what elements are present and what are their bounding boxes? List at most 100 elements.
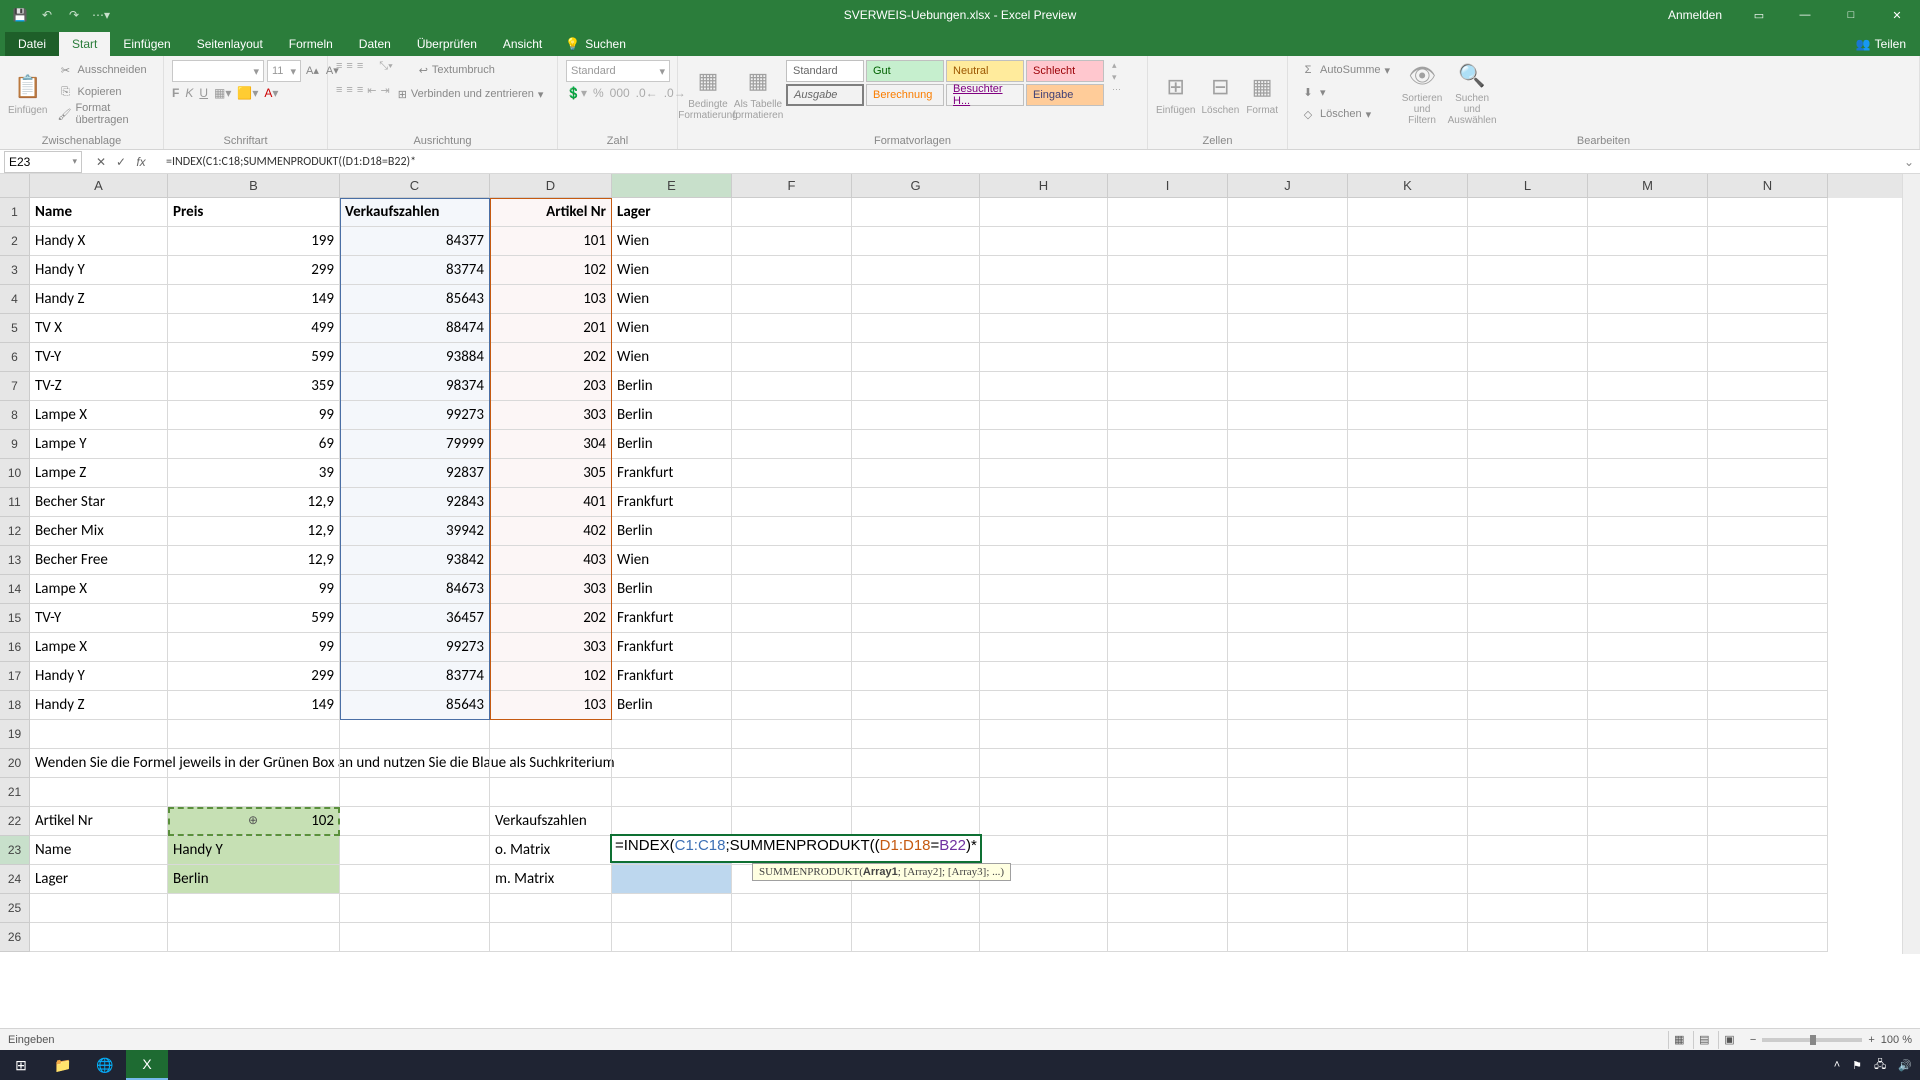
style-standard[interactable]: Standard: [786, 60, 864, 82]
cell[interactable]: Berlin: [612, 401, 732, 430]
cell[interactable]: 303: [490, 633, 612, 662]
cell[interactable]: [1108, 343, 1228, 372]
tab-view[interactable]: Ansicht: [490, 32, 555, 56]
cell[interactable]: [1588, 517, 1708, 546]
cell[interactable]: [612, 923, 732, 952]
cell[interactable]: [1108, 198, 1228, 227]
cell[interactable]: [732, 256, 852, 285]
cell[interactable]: 599: [168, 604, 340, 633]
cell[interactable]: [1228, 749, 1348, 778]
cell[interactable]: [732, 285, 852, 314]
cell[interactable]: [1108, 430, 1228, 459]
cell[interactable]: [1108, 372, 1228, 401]
cell[interactable]: [1228, 517, 1348, 546]
edge-icon[interactable]: 🌐: [84, 1050, 126, 1080]
cell[interactable]: [1708, 807, 1828, 836]
minimize-button[interactable]: —: [1782, 0, 1828, 30]
cell[interactable]: [852, 198, 980, 227]
tab-file[interactable]: Datei: [5, 32, 59, 56]
cell[interactable]: [852, 459, 980, 488]
cell[interactable]: [1708, 662, 1828, 691]
cell[interactable]: [1708, 633, 1828, 662]
cell[interactable]: 79999: [340, 430, 490, 459]
row-header-26[interactable]: 26: [0, 923, 30, 952]
style-besuchter[interactable]: Besuchter H...: [946, 84, 1024, 106]
tray-flag-icon[interactable]: ⚑: [1852, 1059, 1862, 1072]
cell[interactable]: [852, 604, 980, 633]
cell[interactable]: 203: [490, 372, 612, 401]
tray-network-icon[interactable]: 🖧: [1874, 1056, 1886, 1075]
cell[interactable]: [852, 662, 980, 691]
tab-data[interactable]: Daten: [346, 32, 404, 56]
signin-button[interactable]: Anmelden: [1654, 8, 1736, 22]
col-header-M[interactable]: M: [1588, 174, 1708, 198]
bold-button[interactable]: F: [172, 86, 179, 100]
cell[interactable]: 99: [168, 633, 340, 662]
cell[interactable]: 39: [168, 459, 340, 488]
cell[interactable]: [1348, 575, 1468, 604]
cell[interactable]: [852, 720, 980, 749]
cell[interactable]: [1468, 488, 1588, 517]
cell[interactable]: [1588, 778, 1708, 807]
cell[interactable]: 84673: [340, 575, 490, 604]
cell[interactable]: [1468, 894, 1588, 923]
row-header-5[interactable]: 5: [0, 314, 30, 343]
cell[interactable]: [1468, 343, 1588, 372]
cell[interactable]: [1588, 430, 1708, 459]
cell[interactable]: [1108, 894, 1228, 923]
cell[interactable]: 99273: [340, 401, 490, 430]
cell[interactable]: [980, 488, 1108, 517]
cell[interactable]: [1588, 662, 1708, 691]
cell[interactable]: 103: [490, 691, 612, 720]
cell[interactable]: [1108, 459, 1228, 488]
tray-up-icon[interactable]: ˄: [1834, 1059, 1840, 1071]
cell[interactable]: [852, 488, 980, 517]
cell[interactable]: [1468, 227, 1588, 256]
cell[interactable]: 12,9: [168, 488, 340, 517]
cell[interactable]: [852, 894, 980, 923]
cell[interactable]: [732, 227, 852, 256]
cell[interactable]: [1588, 314, 1708, 343]
select-all-corner[interactable]: [0, 174, 30, 198]
share-button[interactable]: 👥 Teilen: [1842, 32, 1920, 56]
row-header-11[interactable]: 11: [0, 488, 30, 517]
cell[interactable]: 69: [168, 430, 340, 459]
cell[interactable]: [980, 807, 1108, 836]
cell[interactable]: [852, 227, 980, 256]
row-header-3[interactable]: 3: [0, 256, 30, 285]
cell[interactable]: [1348, 546, 1468, 575]
cell[interactable]: Frankfurt: [612, 662, 732, 691]
cell[interactable]: 12,9: [168, 546, 340, 575]
cell[interactable]: [490, 923, 612, 952]
tab-start[interactable]: Start: [59, 32, 110, 56]
cell[interactable]: [340, 923, 490, 952]
cell[interactable]: Handy Z: [30, 691, 168, 720]
merge-button[interactable]: ⊞Verbinden und zentrieren▾: [394, 84, 548, 104]
cell[interactable]: Handy Y: [168, 836, 340, 865]
cell[interactable]: [612, 778, 732, 807]
cell[interactable]: Handy Y: [30, 256, 168, 285]
cell[interactable]: [1588, 488, 1708, 517]
indent-inc-icon[interactable]: ⇥: [380, 84, 389, 104]
cell[interactable]: 202: [490, 343, 612, 372]
style-ausgabe[interactable]: Ausgabe: [786, 84, 864, 106]
cell[interactable]: [1108, 633, 1228, 662]
cell[interactable]: Lampe X: [30, 401, 168, 430]
page-break-view-icon[interactable]: ▣: [1718, 1031, 1740, 1049]
cell[interactable]: [852, 691, 980, 720]
cell[interactable]: [732, 314, 852, 343]
row-header-13[interactable]: 13: [0, 546, 30, 575]
expand-formula-bar-icon[interactable]: ⌄: [1898, 155, 1920, 169]
cell[interactable]: [980, 923, 1108, 952]
cell[interactable]: Verkaufszahlen: [490, 807, 612, 836]
cell[interactable]: [612, 807, 732, 836]
cell[interactable]: [732, 343, 852, 372]
normal-view-icon[interactable]: ▦: [1668, 1031, 1690, 1049]
cell[interactable]: [732, 923, 852, 952]
row-header-4[interactable]: 4: [0, 285, 30, 314]
delete-cells-button[interactable]: ⊟Löschen: [1201, 60, 1239, 126]
cell[interactable]: [980, 227, 1108, 256]
cell[interactable]: [1228, 546, 1348, 575]
format-cells-button[interactable]: ▦Format: [1245, 60, 1279, 126]
cell[interactable]: [852, 256, 980, 285]
